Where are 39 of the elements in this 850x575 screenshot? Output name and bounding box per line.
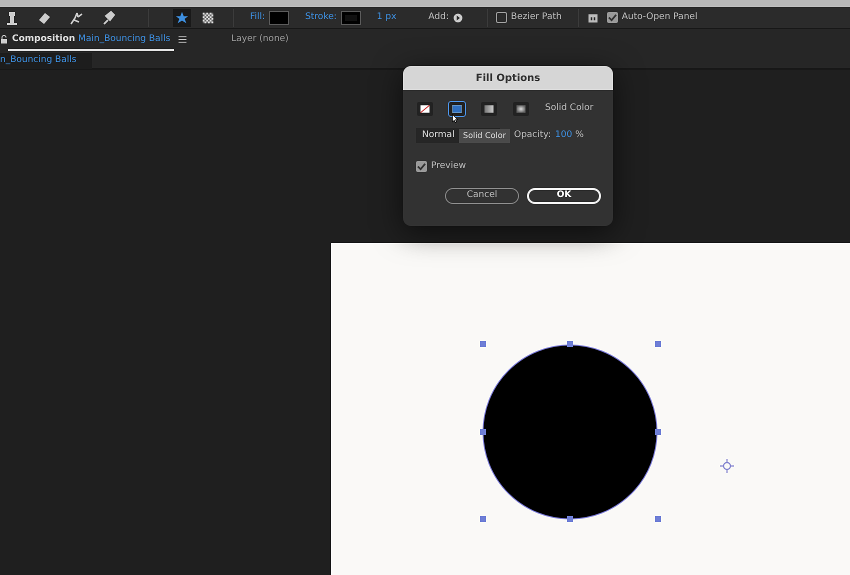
- cancel-button[interactable]: Cancel: [445, 188, 519, 204]
- preview-checkbox[interactable]: [416, 161, 427, 172]
- cursor-icon: [452, 112, 461, 125]
- dialog-title: Fill Options: [403, 66, 613, 90]
- opacity-label: Opacity:: [514, 128, 551, 142]
- stroke-color-swatch[interactable]: [340, 10, 361, 24]
- star-mask-button[interactable]: [173, 8, 191, 26]
- tooltip: Solid Color: [459, 129, 510, 143]
- preview-label: Preview: [431, 160, 466, 173]
- auto-open-panel-checkbox[interactable]: [606, 12, 618, 23]
- fill-color-swatch[interactable]: [269, 10, 290, 24]
- checkerboard-icon: [201, 10, 215, 24]
- radial-gradient-icon: [514, 103, 528, 115]
- linear-gradient-button[interactable]: [481, 102, 497, 116]
- radial-gradient-button[interactable]: [513, 102, 529, 116]
- opacity-value[interactable]: 100: [555, 128, 572, 142]
- menu-icon[interactable]: [178, 35, 188, 44]
- panel-tab[interactable]: Layer (none): [217, 28, 293, 51]
- lock-icon[interactable]: [0, 35, 8, 44]
- add-play-icon[interactable]: [452, 12, 463, 22]
- none-fill-icon: [418, 103, 432, 115]
- add-label: Add:: [428, 10, 449, 24]
- bezier-path-checkbox[interactable]: [496, 12, 507, 23]
- solid-fill-icon: [450, 103, 464, 115]
- stroke-label: Stroke:: [305, 10, 337, 24]
- stroke-width-value[interactable]: 1 px: [376, 10, 396, 24]
- composition-breadcrumb[interactable]: n_Bouncing Balls: [0, 53, 92, 68]
- fill-label: Fill:: [250, 10, 266, 24]
- auto-open-panel-label: Auto-Open Panel: [622, 10, 698, 24]
- anchor-point-icon[interactable]: [719, 458, 735, 474]
- bezier-path-label: Bezier Path: [510, 10, 562, 24]
- ok-button[interactable]: OK: [527, 188, 601, 204]
- star-icon: [175, 10, 189, 24]
- opacity-unit: %: [575, 128, 584, 142]
- fill-type-label: Solid Color: [545, 102, 594, 116]
- panel-toggle-icon[interactable]: [586, 12, 599, 24]
- linear-gradient-icon: [482, 103, 496, 115]
- none-fill-button[interactable]: [417, 102, 433, 116]
- solid-fill-button[interactable]: [449, 102, 465, 116]
